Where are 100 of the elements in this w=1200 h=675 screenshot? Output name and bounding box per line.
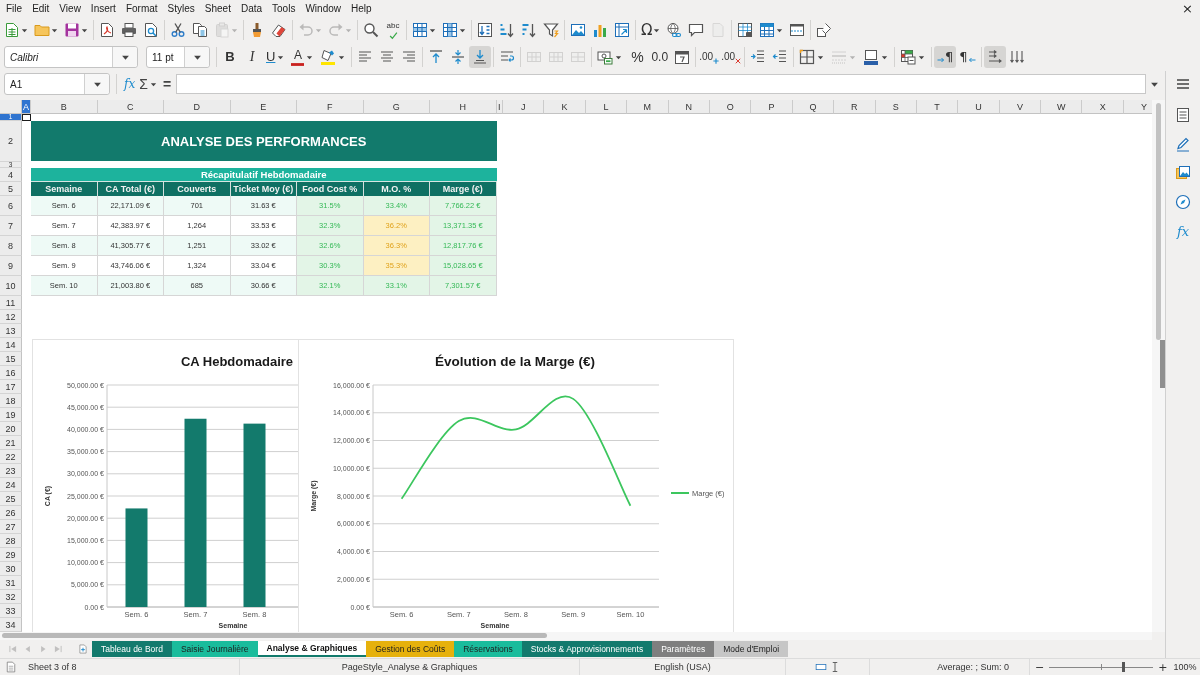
percent-button[interactable]: % — [626, 46, 649, 68]
scrollbar-thumb[interactable] — [2, 633, 547, 638]
align-bottom-button[interactable] — [469, 46, 492, 68]
row-header[interactable]: 32 — [0, 590, 22, 604]
sheet-tab[interactable]: Analyse & Graphiques — [257, 641, 367, 657]
column-header[interactable]: M — [627, 100, 669, 114]
row-header[interactable]: 33 — [0, 604, 22, 618]
menu-item[interactable]: Format — [120, 1, 163, 16]
column-header[interactable]: P — [751, 100, 793, 114]
row-header[interactable]: 25 — [0, 492, 22, 506]
menu-item[interactable]: File — [1, 1, 28, 16]
formula-input-field[interactable] — [176, 74, 1146, 94]
menu-item[interactable]: Tools — [267, 1, 301, 16]
menu-item[interactable]: Sheet — [199, 1, 236, 16]
menu-item[interactable]: Styles — [162, 1, 200, 16]
menu-item[interactable]: Help — [346, 1, 377, 16]
menu-item[interactable]: Insert — [85, 1, 121, 16]
row-header[interactable]: 27 — [0, 520, 22, 534]
horizontal-scrollbar[interactable] — [0, 632, 1152, 640]
column-header[interactable]: S — [875, 100, 917, 114]
special-character-button[interactable]: Ω — [638, 19, 664, 41]
row-header[interactable]: 34 — [0, 618, 22, 632]
sheet-tab[interactable]: Gestion des Coûts — [366, 641, 455, 657]
column-header[interactable]: R — [834, 100, 876, 114]
sum-button[interactable]: Σ — [137, 73, 159, 95]
vertical-scrollbar[interactable] — [1152, 100, 1165, 632]
column-header[interactable]: D — [164, 100, 231, 114]
zoom-in-button[interactable]: + — [1156, 660, 1170, 674]
sheet-tab[interactable]: Réservations — [454, 641, 522, 657]
column-header[interactable]: O — [709, 100, 752, 114]
zoom-slider-thumb[interactable] — [1122, 662, 1126, 672]
row-header[interactable]: 4 — [0, 168, 22, 182]
zoom-out-button[interactable]: − — [1033, 660, 1047, 674]
close-document-button[interactable]: × — [1179, 1, 1196, 16]
row-header[interactable]: 26 — [0, 506, 22, 520]
scrollbar-thumb[interactable] — [1156, 103, 1161, 340]
font-size-combobox[interactable]: 11 pt — [146, 46, 210, 68]
delete-decimal-button[interactable]: .00 — [720, 46, 743, 68]
row-header[interactable]: 2 — [0, 121, 22, 162]
row-header[interactable]: 22 — [0, 450, 22, 464]
row-header[interactable]: 13 — [0, 324, 22, 338]
bold-button[interactable]: B — [219, 46, 241, 68]
row-header[interactable]: 16 — [0, 366, 22, 380]
row-header[interactable]: 21 — [0, 436, 22, 450]
row-header[interactable]: 23 — [0, 464, 22, 478]
left-to-right-button[interactable]: ¶ — [934, 46, 957, 68]
sheet-tab[interactable]: Stocks & Approvisionnements — [521, 641, 653, 657]
number-format-button[interactable]: 0.0 — [648, 46, 672, 68]
row-header[interactable]: 11 — [0, 296, 22, 310]
column-header[interactable]: Y — [1123, 100, 1152, 114]
spelling-button[interactable]: abc — [382, 19, 404, 41]
row-header[interactable]: 14 — [0, 338, 22, 352]
menu-item[interactable]: Data — [235, 1, 268, 16]
column-header[interactable]: H — [430, 100, 497, 114]
column-header[interactable]: F — [297, 100, 364, 114]
font-color-button[interactable]: A — [288, 46, 318, 68]
column-header[interactable]: B — [31, 100, 98, 114]
row-header[interactable]: 5 — [0, 182, 22, 196]
sidebar-handle[interactable] — [1160, 340, 1165, 388]
column-header[interactable]: Q — [792, 100, 835, 114]
column-header[interactable]: X — [1082, 100, 1124, 114]
sheet-tab[interactable]: Mode d'Emploi — [714, 641, 789, 657]
row-header[interactable]: 7 — [0, 216, 22, 236]
column-header[interactable]: N — [668, 100, 710, 114]
row-header[interactable]: 28 — [0, 534, 22, 548]
name-box[interactable]: A1 — [4, 73, 110, 95]
formula-button[interactable]: = — [160, 73, 174, 95]
row-header[interactable]: 10 — [0, 276, 22, 296]
row-header[interactable]: 20 — [0, 422, 22, 436]
row-header[interactable]: 19 — [0, 408, 22, 422]
column-header[interactable]: L — [585, 100, 628, 114]
underline-button[interactable]: U — [263, 46, 289, 68]
menu-item[interactable]: Window — [300, 1, 346, 16]
italic-button[interactable]: I — [241, 46, 263, 68]
row-header[interactable]: 9 — [0, 256, 22, 276]
column-header[interactable]: U — [958, 100, 1000, 114]
column-header[interactable]: V — [999, 100, 1042, 114]
sheet-tab[interactable]: Saisie Journalière — [171, 641, 258, 657]
row-header[interactable]: 29 — [0, 548, 22, 562]
text-direction-button[interactable] — [983, 46, 1006, 68]
sheet-tab[interactable]: Paramètres — [652, 641, 715, 657]
row-header[interactable]: 15 — [0, 352, 22, 366]
row-header[interactable]: 31 — [0, 576, 22, 590]
column-header[interactable]: E — [230, 100, 297, 114]
menu-item[interactable]: View — [54, 1, 86, 16]
column-header[interactable]: G — [363, 100, 430, 114]
row-header[interactable]: 8 — [0, 236, 22, 256]
row-header[interactable]: 17 — [0, 380, 22, 394]
row-header[interactable]: 6 — [0, 196, 22, 216]
row-header[interactable]: 18 — [0, 394, 22, 408]
column-header[interactable]: J — [503, 100, 545, 114]
add-decimal-button[interactable]: .00 — [698, 46, 721, 68]
column-header[interactable]: W — [1041, 100, 1083, 114]
right-to-left-button[interactable]: ¶ — [956, 46, 979, 68]
column-header[interactable]: K — [544, 100, 586, 114]
font-name-combobox[interactable]: Calibri — [4, 46, 138, 68]
column-header[interactable]: C — [97, 100, 164, 114]
column-header[interactable]: T — [916, 100, 959, 114]
row-header[interactable]: 30 — [0, 562, 22, 576]
sheet-tab[interactable]: Tableau de Bord — [92, 641, 172, 657]
